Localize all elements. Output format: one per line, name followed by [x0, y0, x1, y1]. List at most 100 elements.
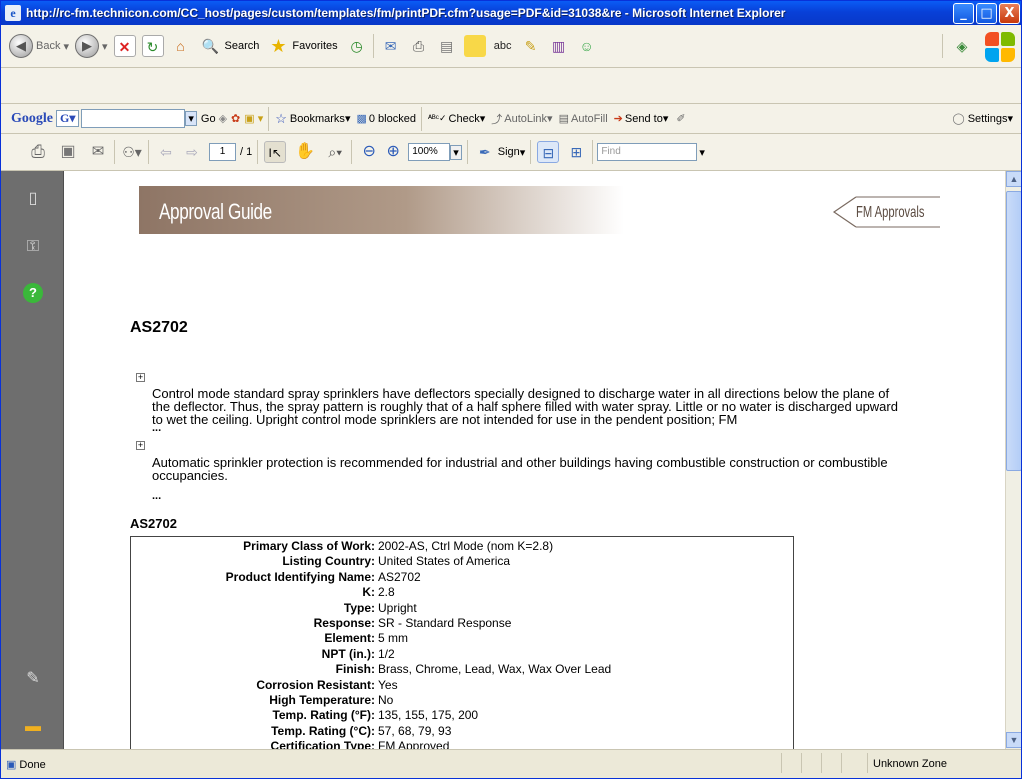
- home-icon[interactable]: ⌂: [170, 35, 192, 57]
- google-search-input[interactable]: [81, 109, 186, 128]
- detail-value: 2002-AS, Ctrl Mode (nom K=2.8): [378, 539, 554, 553]
- popup-blocked-count[interactable]: 0 blocked: [369, 113, 416, 125]
- autolink-button[interactable]: AutoLink: [504, 113, 547, 125]
- find-dropdown-icon[interactable]: ▾: [699, 146, 705, 159]
- back-button[interactable]: ◀ Back ▾: [9, 34, 69, 58]
- minimize-button[interactable]: _: [953, 2, 974, 24]
- separator: [372, 34, 374, 58]
- page-number-input[interactable]: 1: [209, 143, 236, 161]
- zoom-dropdown-icon[interactable]: ▾: [450, 144, 462, 160]
- zoom-level-input[interactable]: 100%: [408, 143, 451, 161]
- separator: [821, 753, 822, 773]
- separator: [801, 753, 802, 773]
- zoom-out-icon[interactable]: ⊖: [358, 141, 380, 163]
- favorites-button[interactable]: ★ Favorites: [267, 35, 337, 57]
- messenger-icon[interactable]: ☺: [576, 35, 598, 57]
- detail-label: Primary Class of Work:: [243, 539, 375, 553]
- vertical-scrollbar[interactable]: ▲ ▼: [1005, 171, 1021, 749]
- google-g-icon[interactable]: G▾: [56, 110, 80, 127]
- forward-button[interactable]: ▶ ▾: [75, 34, 108, 58]
- fit-width-icon[interactable]: ⊞: [565, 141, 587, 163]
- zoom-in-icon[interactable]: ⊕: [382, 141, 404, 163]
- spell-check-icon[interactable]: abc: [492, 35, 514, 57]
- detail-label: Response:: [313, 616, 375, 630]
- google-dropdown-icon[interactable]: ▾: [185, 111, 197, 126]
- settings-button[interactable]: Settings: [968, 113, 1008, 125]
- separator: [466, 140, 468, 164]
- attachment-icon[interactable]: ✎: [21, 667, 45, 691]
- detail-label: Element:: [324, 631, 375, 646]
- detail-value: 57, 68, 79, 93: [378, 723, 452, 738]
- check-button[interactable]: Check: [449, 113, 480, 125]
- hand-tool-icon[interactable]: ✋: [294, 141, 316, 163]
- books-icon[interactable]: ▥: [548, 35, 570, 57]
- security-zone: Unknown Zone: [873, 758, 947, 770]
- detail-value: Yes: [378, 677, 398, 692]
- signatures-icon[interactable]: ⚿: [21, 235, 45, 259]
- scroll-down-icon[interactable]: ▼: [1006, 732, 1021, 748]
- previous-page-icon[interactable]: ⇦: [155, 141, 177, 163]
- print-icon[interactable]: ⎙: [408, 35, 430, 57]
- zoom-tool-icon[interactable]: ⌕▾: [324, 141, 346, 163]
- extension-icon[interactable]: ◈: [951, 35, 973, 57]
- refresh-icon[interactable]: ↻: [141, 35, 164, 57]
- print-icon[interactable]: ⎙: [27, 141, 49, 163]
- arrow-icon[interactable]: ◈: [219, 112, 227, 125]
- status-text: ▣ Done: [6, 758, 46, 772]
- fit-page-icon[interactable]: ⊟: [537, 141, 560, 163]
- separator: [268, 106, 270, 131]
- edit-icon[interactable]: ▤: [436, 35, 458, 57]
- search-button[interactable]: 🔍 Search: [200, 35, 260, 57]
- send-to-button[interactable]: Send to: [625, 113, 663, 125]
- separator: [420, 106, 422, 131]
- scroll-thumb[interactable]: [1006, 191, 1021, 471]
- expand-icon[interactable]: +: [136, 373, 145, 382]
- help-icon[interactable]: ?: [23, 283, 43, 303]
- detail-label: Product Identifying Name:: [225, 569, 375, 584]
- research-icon[interactable]: ✎: [520, 35, 542, 57]
- email-icon[interactable]: ✉: [87, 141, 109, 163]
- separator: [942, 34, 943, 58]
- find-input[interactable]: Find: [597, 143, 698, 161]
- go-button[interactable]: Go: [201, 113, 216, 125]
- save-icon[interactable]: ▣: [57, 141, 79, 163]
- next-page-icon[interactable]: ⇨: [181, 141, 203, 163]
- scroll-up-icon[interactable]: ▲: [1006, 171, 1021, 187]
- sign-button[interactable]: Sign: [498, 146, 520, 158]
- expand-icon[interactable]: +: [136, 441, 145, 450]
- news-icon[interactable]: ▣ ▾: [244, 112, 263, 125]
- separator: [781, 753, 782, 773]
- maximize-button[interactable]: □: [976, 2, 997, 24]
- detail-value: No: [378, 693, 394, 707]
- standard-toolbar: ◀ Back ▾ ▶ ▾ ✕ ↻ ⌂ 🔍 Search ★ Favorites …: [1, 25, 1021, 68]
- autofill-button[interactable]: AutoFill: [571, 113, 608, 125]
- popup-blocker-icon: ▩: [356, 113, 367, 125]
- detail-label: Certification Type:: [270, 739, 375, 749]
- pencil-icon[interactable]: ✐: [676, 112, 685, 125]
- pages-icon[interactable]: ▯: [21, 187, 45, 211]
- gmail-icon[interactable]: ✿: [231, 112, 240, 125]
- more-ellipsis[interactable]: ...: [152, 490, 161, 502]
- detail-value: 5 mm: [378, 631, 408, 646]
- stop-icon[interactable]: ✕: [113, 35, 136, 57]
- note-icon[interactable]: [463, 35, 486, 57]
- mail-icon[interactable]: ✉: [380, 35, 402, 57]
- detail-label: Temp. Rating (°C):: [271, 723, 375, 738]
- window-title: http://rc-fm.technicon.com/CC_host/pages…: [26, 6, 786, 20]
- bookmarks-button[interactable]: Bookmarks: [290, 113, 345, 125]
- find-people-icon[interactable]: ⚇▾: [121, 141, 143, 163]
- more-ellipsis[interactable]: ...: [152, 422, 161, 434]
- detail-label: Corrosion Resistant:: [256, 677, 375, 692]
- section-heading: AS2702: [130, 516, 177, 531]
- history-icon[interactable]: ◷: [346, 35, 368, 57]
- close-button[interactable]: X: [999, 2, 1020, 24]
- page-icon: ▣: [6, 759, 17, 771]
- status-label: Done: [19, 758, 46, 771]
- detail-row: K: 2.8: [131, 585, 394, 600]
- pdf-document-view: Approval Guide FM Approvals AS2702 + Con…: [63, 171, 1005, 749]
- detail-row: Temp. Rating (°F): 135, 155, 175, 200: [131, 708, 478, 723]
- dropdown-arrow-icon: ▾: [479, 113, 486, 125]
- spellcheck-icon: ᴬᴮᶜ✓: [427, 113, 447, 123]
- comments-icon[interactable]: ▬: [21, 715, 45, 739]
- select-tool-icon[interactable]: I↖: [264, 141, 287, 163]
